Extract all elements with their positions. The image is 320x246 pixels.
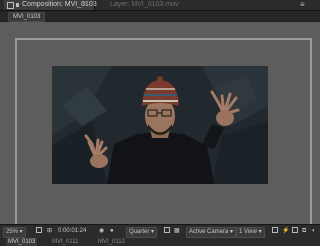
timeline-tab-mvi-0112[interactable]: MVI_0112: [98, 238, 125, 246]
transparency-grid-icon[interactable]: ▦: [174, 227, 180, 236]
composition-icon: [7, 2, 14, 9]
camera-dropdown[interactable]: Active Camera ▾: [186, 227, 237, 238]
composition-navigator: MVI_0103: [0, 11, 320, 22]
magnification-dropdown[interactable]: 25% ▾: [3, 227, 26, 238]
camera-value: Active Camera: [189, 229, 229, 235]
snapshot-icon[interactable]: ◉: [99, 227, 104, 236]
panel-tab-bar: Composition: MVI_0103 × Layer: MVI_0103.…: [0, 0, 320, 11]
panel-menu-icon[interactable]: ≡: [300, 1, 305, 9]
tab-layer-label: Layer: MVI_0103.mov: [110, 1, 179, 8]
video-frame-image: [52, 66, 268, 184]
video-frame[interactable]: [52, 66, 268, 184]
breadcrumb[interactable]: MVI_0103: [8, 12, 46, 22]
views-value: 1 View: [239, 229, 257, 235]
timeline-icon[interactable]: [292, 227, 298, 236]
grid-icon[interactable]: ⊞: [47, 227, 52, 236]
tab-layer[interactable]: Layer: MVI_0103.mov: [100, 0, 180, 10]
resolution-value: Quarter: [129, 229, 150, 235]
timeline-tab-mvi-0111[interactable]: MVI_0111: [52, 238, 78, 246]
timeline-tab-bar: MVI_0103 MVI_0111 MVI_0112: [0, 238, 320, 246]
safe-margins-icon[interactable]: [36, 227, 42, 236]
timeline-tab-mvi-0103[interactable]: MVI_0103: [6, 238, 38, 246]
flowchart-icon[interactable]: ⧉: [302, 227, 306, 236]
views-dropdown[interactable]: 1 View ▾: [236, 227, 265, 238]
toggle-pixel-aspect-icon[interactable]: [272, 227, 278, 236]
region-of-interest-icon[interactable]: [164, 227, 170, 236]
composition-viewer[interactable]: [0, 22, 320, 228]
magnification-value: 25%: [6, 229, 19, 235]
show-snapshot-icon[interactable]: ●: [110, 227, 114, 236]
tab-composition[interactable]: Composition: MVI_0103 ×: [4, 0, 97, 10]
viewer-toolbar: 25% ▾ ⊞ 0:00:01:24 ◉ ● Quarter ▾ ▦ Activ…: [0, 224, 320, 238]
exposure-icon[interactable]: ◐: [312, 227, 316, 236]
lock-icon[interactable]: [16, 3, 19, 7]
resolution-dropdown[interactable]: Quarter ▾: [126, 227, 158, 238]
fast-previews-icon[interactable]: ⚡: [282, 227, 289, 236]
close-icon[interactable]: ×: [82, 0, 86, 10]
timecode-display[interactable]: 0:00:01:24: [58, 227, 86, 236]
